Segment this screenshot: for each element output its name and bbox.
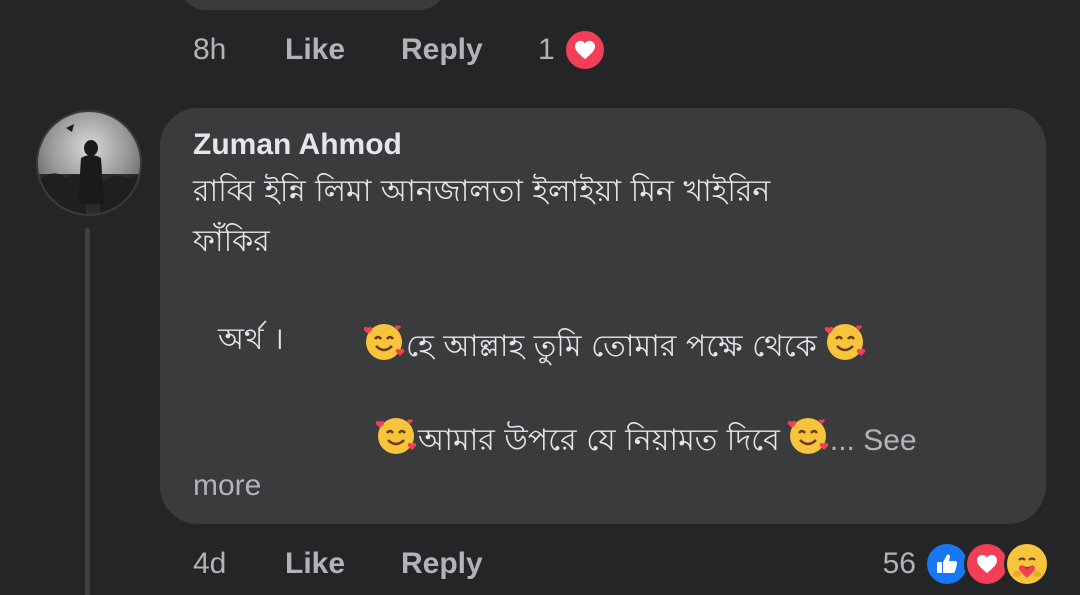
comment-text-line: আমার উপরে যে নিয়ামত দিবে ... See	[374, 414, 917, 469]
comment-text-segment: আমার উপরে যে নিয়ামত দিবে	[418, 423, 780, 458]
see-more-link[interactable]: more	[193, 466, 261, 506]
reply-button[interactable]: Reply	[401, 547, 483, 581]
comment-reactions[interactable]: 56	[883, 540, 1050, 588]
smiling-face-with-hearts-icon	[374, 414, 418, 469]
comment-author[interactable]: Zuman Ahmod	[193, 128, 402, 162]
smiling-face-with-hearts-icon	[786, 414, 830, 469]
previous-comment-reactions[interactable]: 1	[538, 28, 607, 72]
previous-comment-bubble	[180, 0, 445, 10]
see-more-link[interactable]: ... See	[830, 424, 917, 457]
like-button[interactable]: Like	[285, 33, 401, 67]
comment-text-line: হে আল্লাহ তুমি তোমার পক্ষে থেকে	[362, 320, 867, 375]
comment-timestamp: 4d	[193, 547, 227, 580]
care-icon	[1004, 541, 1050, 587]
like-button[interactable]: Like	[285, 547, 401, 581]
reply-button[interactable]: Reply	[401, 33, 483, 67]
thread-line	[85, 228, 90, 595]
reaction-count: 56	[882, 547, 916, 580]
comment-text-line: রাব্বি ইন্নি লিমা আনজালতা ইলাইয়া মিন খা…	[193, 174, 771, 209]
comment-text-segment: হে আল্লাহ তুমি তোমার পক্ষে থেকে	[406, 329, 817, 364]
comment-text-line: অর্থ ।	[218, 322, 284, 357]
smiling-face-with-hearts-icon	[823, 320, 867, 375]
comment-timestamp: 8h	[193, 33, 227, 66]
comment-actions: 4d Like Reply	[193, 544, 483, 584]
heart-icon	[562, 28, 607, 72]
reaction-count: 1	[538, 33, 555, 66]
comment-text-line: ফাঁকির	[193, 224, 270, 259]
smiling-face-with-hearts-icon	[362, 320, 406, 375]
comments-thread: 8h Like Reply 1 Zuman Ahmod রাব্বি ইন্নি…	[0, 0, 1080, 595]
previous-comment-actions: 8h Like Reply	[193, 30, 483, 70]
avatar[interactable]	[36, 110, 142, 216]
